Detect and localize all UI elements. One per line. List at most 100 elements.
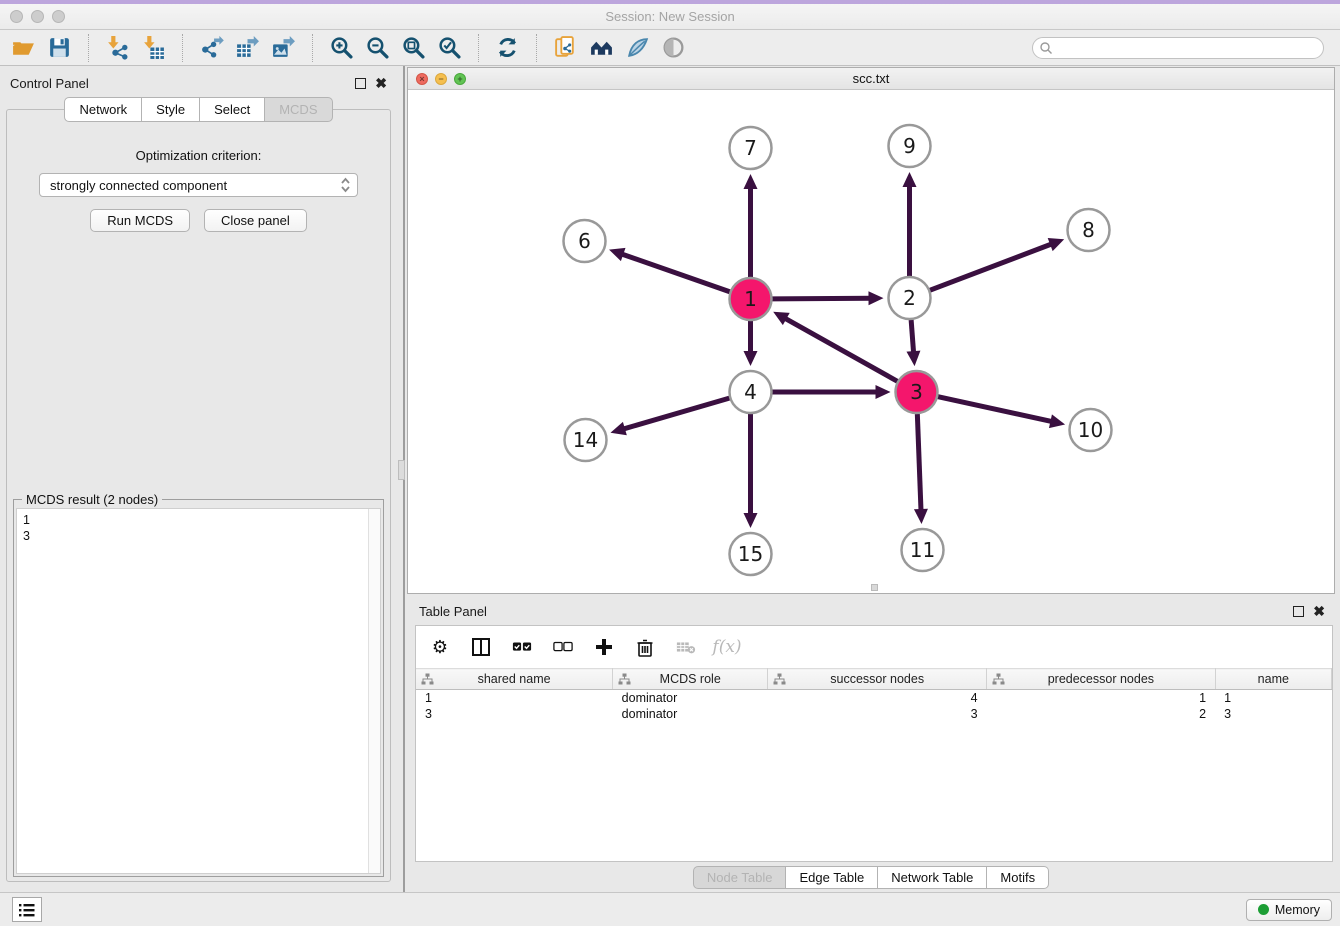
edge-3-11[interactable] xyxy=(917,414,921,513)
memory-button[interactable]: Memory xyxy=(1246,899,1332,921)
tab-select[interactable]: Select xyxy=(200,97,265,122)
zoom-out-icon[interactable] xyxy=(364,34,391,61)
refresh-icon[interactable] xyxy=(494,34,521,61)
graph-node-label-14: 14 xyxy=(573,428,598,452)
arrowhead-1-7 xyxy=(744,174,758,189)
duplicate-network-icon[interactable] xyxy=(552,34,579,61)
edge-4-14[interactable] xyxy=(621,398,729,430)
open-session-icon[interactable] xyxy=(10,34,37,61)
arrowhead-4-14 xyxy=(610,422,626,435)
table-toolbar: ⚙ f(x) xyxy=(416,626,1332,668)
export-image-icon[interactable] xyxy=(270,34,297,61)
run-mcds-button[interactable]: Run MCDS xyxy=(90,209,190,232)
network-resize-handle[interactable] xyxy=(871,584,878,591)
toolbar-separator xyxy=(182,34,183,62)
close-table-panel-icon[interactable]: ✖ xyxy=(1313,606,1325,617)
zoom-in-icon[interactable] xyxy=(328,34,355,61)
edge-1-2[interactable] xyxy=(772,298,872,299)
add-column-icon[interactable] xyxy=(592,635,616,659)
table-panel-title: Table Panel xyxy=(419,604,487,619)
control-panel-title: Control Panel xyxy=(10,76,89,91)
graph-node-label-1: 1 xyxy=(744,287,757,311)
arrowhead-1-2 xyxy=(868,291,883,305)
edge-1-6[interactable] xyxy=(619,253,729,292)
tab-motifs[interactable]: Motifs xyxy=(987,866,1049,889)
control-panel-tabs: NetworkStyleSelectMCDS xyxy=(0,97,397,122)
control-panel-header: Control Panel ✖ xyxy=(0,72,397,97)
edge-3-10[interactable] xyxy=(938,397,1054,422)
table-tabs-row: Node TableEdge TableNetwork TableMotifs xyxy=(407,862,1335,892)
search-field-wrap xyxy=(1032,37,1324,59)
edge-3-1[interactable] xyxy=(783,317,898,381)
panel-splitter[interactable] xyxy=(397,66,405,892)
network-window-titlebar[interactable]: × − + scc.txt xyxy=(408,68,1334,90)
import-table-icon[interactable] xyxy=(140,34,167,61)
application-window: Session: New Session xyxy=(0,0,1340,926)
graph-node-label-6: 6 xyxy=(578,229,591,253)
column-header-name[interactable]: name xyxy=(1215,669,1331,690)
zoom-fit-icon[interactable] xyxy=(400,34,427,61)
column-layout-icon[interactable] xyxy=(469,635,493,659)
node-table[interactable]: shared nameMCDS rolesuccessor nodesprede… xyxy=(416,668,1332,722)
home-icon[interactable] xyxy=(588,34,615,61)
optimization-criterion-label: Optimization criterion: xyxy=(7,148,390,163)
tab-network[interactable]: Network xyxy=(64,97,142,122)
brush-icon[interactable] xyxy=(624,34,651,61)
delete-table-icon[interactable] xyxy=(674,635,698,659)
save-session-icon[interactable] xyxy=(46,34,73,61)
close-panel-button[interactable]: Close panel xyxy=(204,209,307,232)
graph-node-label-3: 3 xyxy=(910,380,923,404)
search-input[interactable] xyxy=(1032,37,1324,59)
splitter-handle[interactable] xyxy=(398,460,405,480)
column-header-predecessor-nodes[interactable]: predecessor nodes xyxy=(987,669,1216,690)
toolbar-separator xyxy=(536,34,537,62)
tab-network-table[interactable]: Network Table xyxy=(878,866,987,889)
criterion-select[interactable]: strongly connected component xyxy=(39,173,358,197)
graph-node-label-15: 15 xyxy=(738,542,763,566)
eye-icon[interactable] xyxy=(660,34,687,61)
network-graph: 7968124314101511 xyxy=(408,90,1334,593)
table-panel-box: ⚙ f(x) shared nameMCDS rolesuccessor nod… xyxy=(415,625,1333,862)
table-row[interactable]: 3dominator323 xyxy=(416,706,1332,722)
chevron-up-down-icon xyxy=(340,177,351,193)
close-panel-icon[interactable]: ✖ xyxy=(375,78,387,89)
tab-node-table[interactable]: Node Table xyxy=(693,866,787,889)
settings-gear-icon[interactable]: ⚙ xyxy=(428,635,452,659)
export-table-icon[interactable] xyxy=(234,34,261,61)
result-scrollbar[interactable] xyxy=(368,509,380,873)
tab-edge-table[interactable]: Edge Table xyxy=(786,866,878,889)
select-all-columns-icon[interactable] xyxy=(510,635,534,659)
tab-mcds[interactable]: MCDS xyxy=(265,97,332,122)
network-canvas[interactable]: 7968124314101511 xyxy=(408,90,1334,593)
arrowhead-1-4 xyxy=(744,351,758,366)
zoom-selected-icon[interactable] xyxy=(436,34,463,61)
column-header-MCDS-role[interactable]: MCDS role xyxy=(613,669,768,690)
toolbar-separator xyxy=(478,34,479,62)
tab-style[interactable]: Style xyxy=(142,97,200,122)
export-network-icon[interactable] xyxy=(198,34,225,61)
graph-node-label-11: 11 xyxy=(910,538,935,562)
edge-2-8[interactable] xyxy=(930,243,1054,290)
edge-2-3[interactable] xyxy=(911,320,914,355)
column-header-successor-nodes[interactable]: successor nodes xyxy=(768,669,987,690)
toolbar-separator xyxy=(312,34,313,62)
graph-node-label-10: 10 xyxy=(1078,418,1103,442)
graph-node-label-4: 4 xyxy=(744,380,757,404)
float-panel-button[interactable] xyxy=(355,78,366,89)
column-header-shared-name[interactable]: shared name xyxy=(416,669,613,690)
network-window-title: scc.txt xyxy=(408,71,1334,86)
import-network-icon[interactable] xyxy=(104,34,131,61)
table-panel: Table Panel ✖ ⚙ f(x) xyxy=(407,600,1335,892)
task-history-button[interactable] xyxy=(12,897,42,922)
criterion-select-value: strongly connected component xyxy=(50,178,340,193)
memory-status-icon xyxy=(1258,904,1269,915)
delete-column-icon[interactable] xyxy=(633,635,657,659)
graph-node-label-8: 8 xyxy=(1082,218,1095,242)
float-table-panel-button[interactable] xyxy=(1293,606,1304,617)
function-builder-icon[interactable]: f(x) xyxy=(715,635,739,659)
status-bar: Memory xyxy=(0,892,1340,926)
unselect-all-columns-icon[interactable] xyxy=(551,635,575,659)
right-column: × − + scc.txt 7968124314101511 Table Pan… xyxy=(405,66,1340,892)
titlebar: Session: New Session xyxy=(0,4,1340,30)
table-row[interactable]: 1dominator411 xyxy=(416,690,1332,706)
